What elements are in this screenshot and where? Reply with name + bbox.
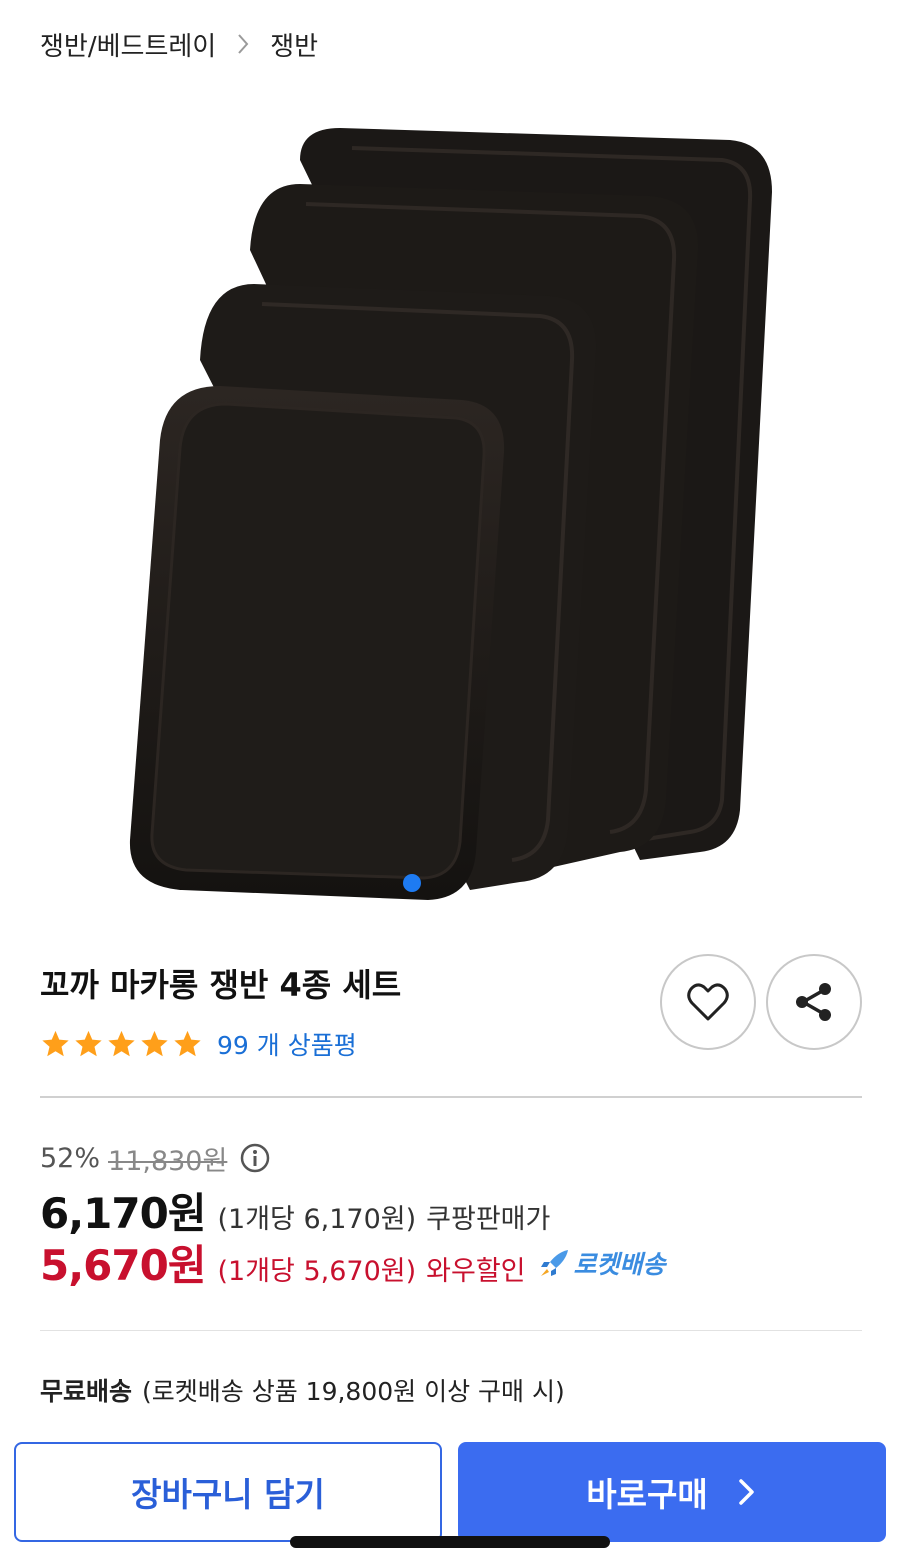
chevron-right-icon <box>738 1479 754 1505</box>
share-icon <box>796 983 831 1021</box>
rocket-icon <box>540 1249 568 1276</box>
star-icon <box>42 1030 69 1057</box>
tray-set-illustration <box>129 128 772 900</box>
add-to-cart-button[interactable]: 장바구니 담기 <box>14 1442 442 1542</box>
breadcrumb-parent[interactable]: 쟁반/베드트레이 <box>40 26 216 63</box>
shipping-label: 무료배송 <box>40 1377 133 1406</box>
heart-icon <box>687 983 729 1021</box>
buy-now-button[interactable]: 바로구매 <box>458 1442 886 1542</box>
review-count-link[interactable]: 99 개 상품평 <box>217 1026 357 1062</box>
wishlist-button[interactable] <box>660 954 756 1050</box>
star-icon <box>141 1030 168 1057</box>
info-icon[interactable] <box>239 1142 271 1174</box>
discount-rate: 52% <box>40 1142 101 1174</box>
wow-price: 5,670원 <box>40 1241 206 1290</box>
rating-stars <box>40 1029 203 1059</box>
wow-unit-price: (1개당 5,670원) <box>217 1256 417 1287</box>
rating-row[interactable]: 99 개 상품평 <box>40 1024 357 1064</box>
star-icon <box>108 1030 135 1057</box>
rocket-delivery-label: 로켓배송 <box>573 1249 666 1279</box>
original-price-row: 52% 11,830원 <box>40 1138 271 1178</box>
breadcrumb-current[interactable]: 쟁반 <box>270 26 318 63</box>
shipping-condition: (로켓배송 상품 19,800원 이상 구매 시) <box>142 1377 565 1406</box>
sale-price-label: 쿠팡판매가 <box>426 1204 551 1235</box>
divider <box>40 1096 862 1098</box>
product-image[interactable] <box>0 100 900 920</box>
star-icon <box>174 1030 201 1057</box>
product-title: 꼬까 마카롱 쟁반 4종 세트 <box>40 966 402 1004</box>
divider <box>40 1330 862 1331</box>
add-to-cart-label: 장바구니 담기 <box>131 1475 325 1514</box>
wow-discount-label: 와우할인 <box>426 1256 526 1287</box>
buy-now-label: 바로구매 <box>586 1475 708 1514</box>
shipping-info: 무료배송 (로켓배송 상품 19,800원 이상 구매 시) <box>40 1370 565 1410</box>
wow-price-row: 5,670원 (1개당 5,670원) 와우할인 로켓배송 <box>40 1232 666 1293</box>
rocket-delivery-badge: 로켓배송 <box>538 1245 666 1281</box>
original-price: 11,830원 <box>108 1145 228 1177</box>
sale-unit-price: (1개당 6,170원) <box>217 1204 417 1235</box>
breadcrumb: 쟁반/베드트레이 쟁반 <box>40 24 318 64</box>
chevron-right-icon <box>236 32 250 56</box>
share-button[interactable] <box>766 954 862 1050</box>
carousel-indicator[interactable] <box>403 874 421 892</box>
home-indicator[interactable] <box>290 1536 610 1548</box>
star-icon <box>75 1030 102 1057</box>
